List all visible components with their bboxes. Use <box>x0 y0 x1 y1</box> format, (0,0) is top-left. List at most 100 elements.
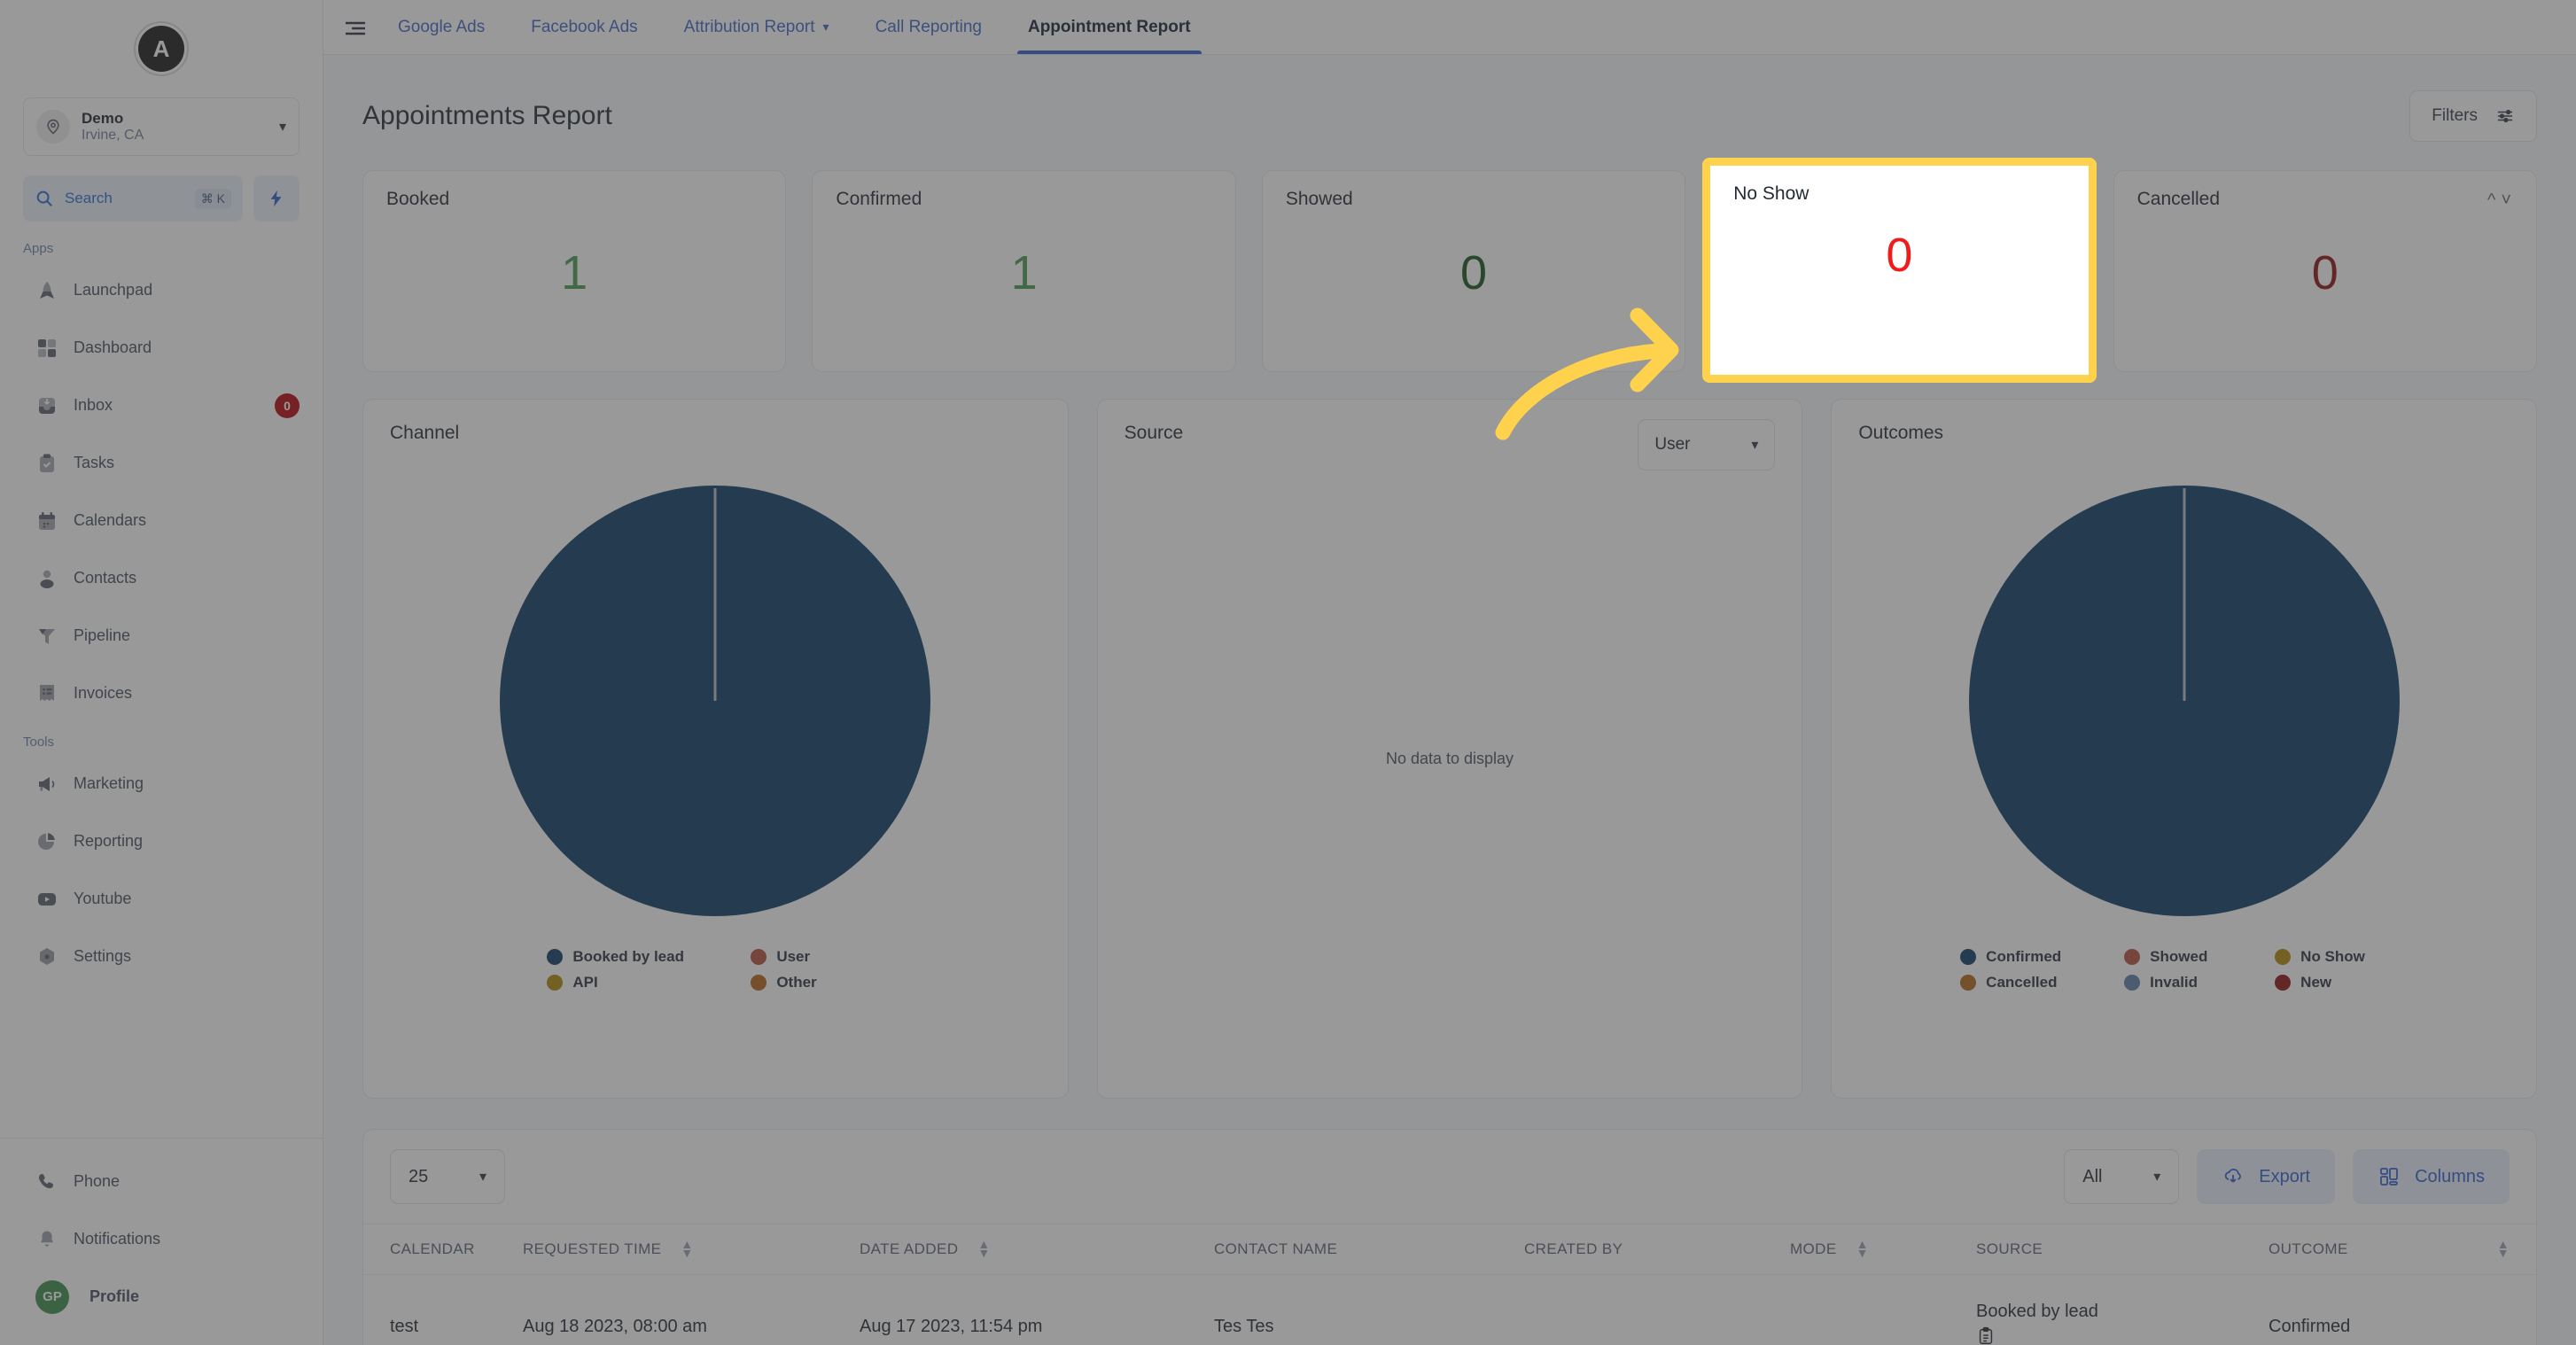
column-header-outcome[interactable]: OUTCOME ▲ ▼ <box>2269 1224 2536 1275</box>
sidebar-item-label: Reporting <box>74 832 144 850</box>
sidebar-item-settings[interactable]: Settings <box>0 928 323 985</box>
sidebar-item-label: Calendars <box>74 511 147 529</box>
kpi-sort-arrows[interactable]: ^˅ <box>2487 190 2517 211</box>
kpi-card-booked[interactable]: Booked 1 <box>362 170 787 372</box>
logo-glyph: A <box>138 26 184 72</box>
legend-swatch <box>751 975 767 991</box>
kpi-card-showed[interactable]: Showed 0 <box>1261 170 1686 372</box>
search-shortcut: ⌘ K <box>194 188 231 209</box>
sidebar-item-notifications[interactable]: Notifications <box>0 1210 323 1268</box>
legend-column: Booked by lead API <box>547 948 751 991</box>
kpi-card-confirmed[interactable]: Confirmed 1 <box>812 170 1236 372</box>
sidebar-item-label: Marketing <box>74 774 144 792</box>
sidebar-item-contacts[interactable]: Contacts <box>0 549 323 607</box>
legend-label: Cancelled <box>1986 974 2058 991</box>
search-icon <box>36 190 52 206</box>
column-header-calendar[interactable]: CALENDAR <box>363 1224 523 1275</box>
column-label: CREATED BY <box>1524 1240 1623 1257</box>
legend-label: Other <box>776 974 817 991</box>
legend-swatch <box>547 949 564 965</box>
sort-icon[interactable]: ▲ ▼ <box>977 1238 990 1259</box>
column-header-date-added[interactable]: DATE ADDED ▲ ▼ <box>860 1224 1214 1275</box>
source-chart-card: Source User ▾ No data to display <box>1096 399 1803 1099</box>
sidebar-item-inbox[interactable]: Inbox 0 <box>0 377 323 434</box>
kpi-title: Confirmed <box>836 189 922 209</box>
columns-label: Columns <box>2415 1166 2485 1186</box>
sidebar-item-label: Tasks <box>74 454 115 471</box>
sidebar-item-tasks[interactable]: Tasks <box>0 434 323 492</box>
legend-label: No Show <box>2300 948 2365 965</box>
sidebar-item-marketing[interactable]: Marketing <box>0 755 323 812</box>
status-filter-select[interactable]: All ▾ <box>2064 1149 2180 1204</box>
kpi-value: 0 <box>2311 246 2339 299</box>
location-switcher[interactable]: Demo Irvine, CA ▾ <box>23 97 300 156</box>
app-logo[interactable]: A <box>0 0 323 97</box>
sidebar-section-label-tools: Tools <box>23 735 55 750</box>
kpi-value: 0 <box>1459 246 1488 299</box>
sidebar-footer: Phone Notifications GP Profile <box>0 1138 323 1345</box>
kpi-cards: Booked 1 Confirmed 1 Showed 0 No Show 0 … <box>323 142 2576 383</box>
sidebar-nav: Apps Launchpad Dashboard Inbox 0 Tasks C… <box>0 229 323 1138</box>
sort-icon[interactable]: ▲ ▼ <box>681 1238 693 1259</box>
page-title: Appointments Report <box>362 101 612 130</box>
logo-ring: A <box>134 21 189 76</box>
legend-swatch <box>2275 975 2292 991</box>
table-row[interactable]: test Aug 18 2023, 08:00 am Aug 17 2023, … <box>363 1275 2536 1345</box>
sidebar-item-dashboard[interactable]: Dashboard <box>0 319 323 377</box>
cloud-download-icon <box>2225 1169 2242 1183</box>
chevron-down-icon: ▾ <box>822 19 829 34</box>
cell-date-added: Aug 17 2023, 11:54 pm <box>860 1317 1043 1336</box>
sidebar-item-reporting[interactable]: Reporting <box>0 812 323 870</box>
sidebar-item-calendars[interactable]: Calendars <box>0 492 323 549</box>
sidebar-item-launchpad[interactable]: Launchpad <box>0 261 323 319</box>
column-header-requested-time[interactable]: REQUESTED TIME ▲ ▼ <box>523 1224 860 1275</box>
legend-label: Confirmed <box>1986 948 2062 965</box>
page-size-select[interactable]: 25 ▾ <box>390 1149 505 1204</box>
legend-item: API <box>547 974 751 991</box>
kpi-title: Booked <box>386 189 450 209</box>
sort-icon[interactable]: ▲ ▼ <box>1856 1238 1869 1259</box>
filters-button[interactable]: Filters <box>2409 90 2537 142</box>
hamburger-icon[interactable] <box>336 0 375 54</box>
export-label: Export <box>2259 1166 2311 1186</box>
column-header-source[interactable]: SOURCE <box>1976 1224 2269 1275</box>
cell-mode <box>1790 1275 1976 1345</box>
cell-created-by <box>1524 1275 1790 1345</box>
column-header-created-by[interactable]: CREATED BY <box>1524 1224 1790 1275</box>
tab-facebook-ads[interactable]: Facebook Ads <box>508 0 660 54</box>
tab-attribution-report[interactable]: Attribution Report ▾ <box>661 0 852 54</box>
legend-label: Showed <box>2150 948 2208 965</box>
outcomes-pie-chart <box>1832 453 2536 949</box>
inbox-badge: 0 <box>275 393 300 418</box>
tab-appointment-report[interactable]: Appointment Report <box>1005 0 1214 54</box>
search-input[interactable]: Search ⌘ K <box>23 175 243 222</box>
sidebar-item-pipeline[interactable]: Pipeline <box>0 607 323 665</box>
export-button[interactable]: Export <box>2197 1149 2336 1204</box>
cell-source: Booked by lead <box>1976 1275 2269 1345</box>
sidebar-item-profile[interactable]: GP Profile <box>0 1268 323 1326</box>
legend-item: Showed <box>2124 948 2275 966</box>
search-row: Search ⌘ K <box>0 156 323 229</box>
sidebar-item-label: Inbox <box>74 396 113 414</box>
sidebar-item-youtube[interactable]: Youtube <box>0 870 323 928</box>
top-navigation: Google Ads Facebook Ads Attribution Repo… <box>323 0 2576 55</box>
clipboard-icon <box>1979 1326 1993 1344</box>
tab-call-reporting[interactable]: Call Reporting <box>852 0 1005 54</box>
table-head: CALENDAR REQUESTED TIME ▲ ▼ DATE ADDED ▲ ▼… <box>363 1224 2536 1275</box>
sidebar-item-invoices[interactable]: Invoices <box>0 665 323 722</box>
legend-swatch <box>2124 949 2141 965</box>
column-header-mode[interactable]: MODE ▲ ▼ <box>1790 1224 1976 1275</box>
cell-source-label: Booked by lead <box>1976 1302 2098 1321</box>
columns-button[interactable]: Columns <box>2353 1149 2510 1204</box>
table-header-row: CALENDAR REQUESTED TIME ▲ ▼ DATE ADDED ▲ ▼… <box>363 1224 2536 1275</box>
source-type-dropdown[interactable]: User ▾ <box>1638 419 1776 470</box>
column-header-contact-name[interactable]: CONTACT NAME <box>1214 1224 1524 1275</box>
tab-google-ads[interactable]: Google Ads <box>375 0 508 54</box>
quick-actions-button[interactable] <box>253 175 300 222</box>
legend-item: Cancelled <box>1960 974 2124 991</box>
kpi-card-cancelled[interactable]: Cancelled ^˅ 0 <box>2113 170 2538 372</box>
kpi-card-no-show[interactable]: No Show 0 <box>1702 158 2097 383</box>
sort-icon[interactable]: ▲ ▼ <box>2497 1238 2510 1259</box>
sidebar-item-phone[interactable]: Phone <box>0 1153 323 1210</box>
sidebar-item-label: Invoices <box>74 684 133 702</box>
